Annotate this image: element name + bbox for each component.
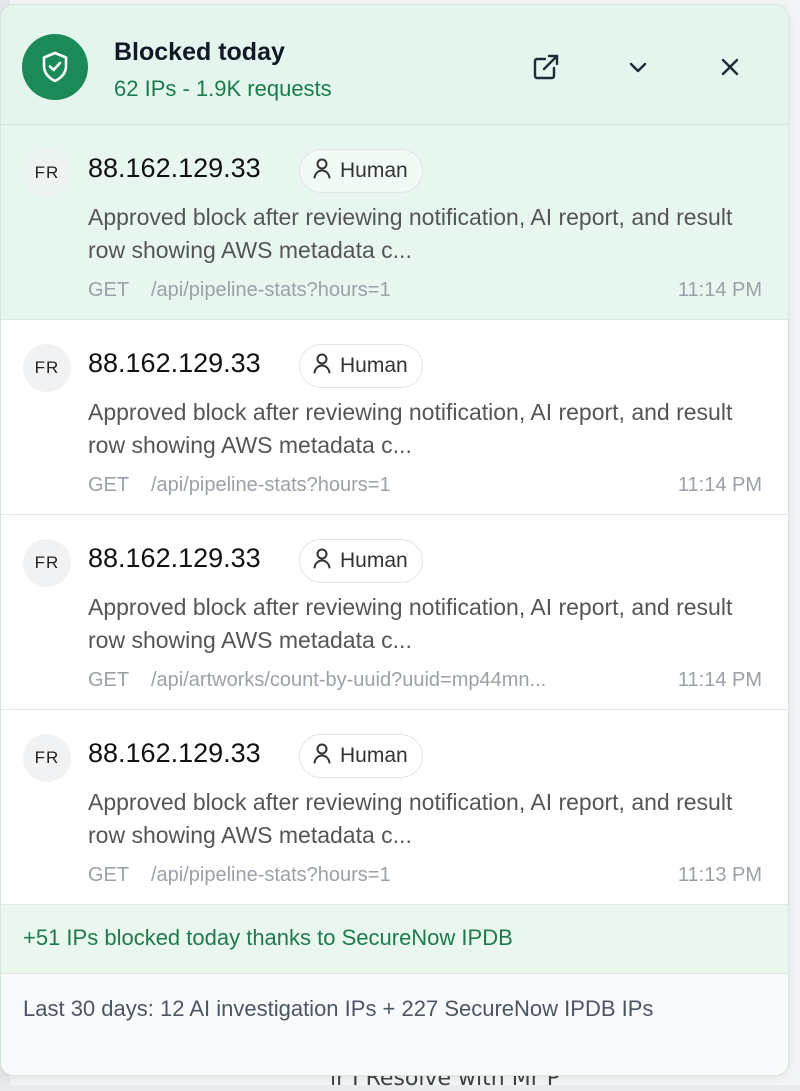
block-description: Approved block after reviewing notificat… (88, 594, 733, 653)
block-time: 11:13 PM (677, 864, 762, 886)
thirty-day-summary: Last 30 days: 12 AI investigation IPs + … (1, 974, 788, 1074)
block-time: 11:14 PM (677, 279, 762, 301)
http-method: GET (88, 864, 130, 886)
blocked-ip-row[interactable]: FR 88.162.129.33 Human Approved block af… (1, 125, 788, 320)
human-badge: Human (299, 344, 423, 388)
panel-subtitle: 62 IPs - 1.9K requests (114, 76, 332, 101)
close-icon (718, 55, 742, 84)
http-method: GET (88, 279, 130, 301)
ip-address: 88.162.129.33 (88, 348, 261, 378)
badge-label: Human (340, 354, 408, 377)
human-badge: Human (299, 539, 423, 583)
ip-address: 88.162.129.33 (88, 738, 261, 768)
country-avatar: FR (23, 344, 71, 392)
ip-address: 88.162.129.33 (88, 543, 261, 573)
shield-icon (22, 34, 88, 100)
badge-label: Human (340, 159, 408, 182)
block-time: 11:14 PM (677, 474, 762, 496)
panel-header: Blocked today 62 IPs - 1.9K requests (1, 5, 788, 125)
badge-label: Human (340, 549, 408, 572)
request-path: /api/artworks/count-by-uuid?uuid=mp44mn.… (151, 669, 547, 691)
http-method: GET (88, 474, 130, 496)
http-method: GET (88, 669, 130, 691)
country-avatar: FR (23, 539, 71, 587)
collapse-button[interactable] (618, 49, 658, 89)
country-avatar: FR (23, 734, 71, 782)
block-time: 11:14 PM (677, 669, 762, 691)
external-link-icon (531, 52, 561, 87)
block-description: Approved block after reviewing notificat… (88, 789, 733, 848)
ip-address: 88.162.129.33 (88, 153, 261, 183)
user-icon (312, 157, 332, 185)
ipdb-extra-note[interactable]: +51 IPs blocked today thanks to SecureNo… (1, 905, 788, 974)
panel-title: Blocked today (114, 38, 285, 66)
block-description: Approved block after reviewing notificat… (88, 204, 733, 263)
blocked-ip-row[interactable]: FR 88.162.129.33 Human Approved block af… (1, 320, 788, 515)
human-badge: Human (299, 734, 423, 778)
badge-label: Human (340, 744, 408, 767)
country-avatar: FR (23, 149, 71, 197)
block-description: Approved block after reviewing notificat… (88, 399, 733, 458)
close-button[interactable] (710, 49, 750, 89)
request-path: /api/pipeline-stats?hours=1 (151, 474, 391, 496)
blocked-today-panel: Blocked today 62 IPs - 1.9K requests FR … (0, 4, 789, 1076)
user-icon (312, 547, 332, 575)
request-path: /api/pipeline-stats?hours=1 (151, 279, 391, 301)
blocked-ip-row[interactable]: FR 88.162.129.33 Human Approved block af… (1, 515, 788, 710)
user-icon (312, 352, 332, 380)
user-icon (312, 742, 332, 770)
chevron-down-icon (626, 55, 650, 84)
human-badge: Human (299, 149, 423, 193)
open-external-button[interactable] (526, 49, 566, 89)
request-path: /api/pipeline-stats?hours=1 (151, 864, 391, 886)
blocked-ip-row[interactable]: FR 88.162.129.33 Human Approved block af… (1, 710, 788, 905)
